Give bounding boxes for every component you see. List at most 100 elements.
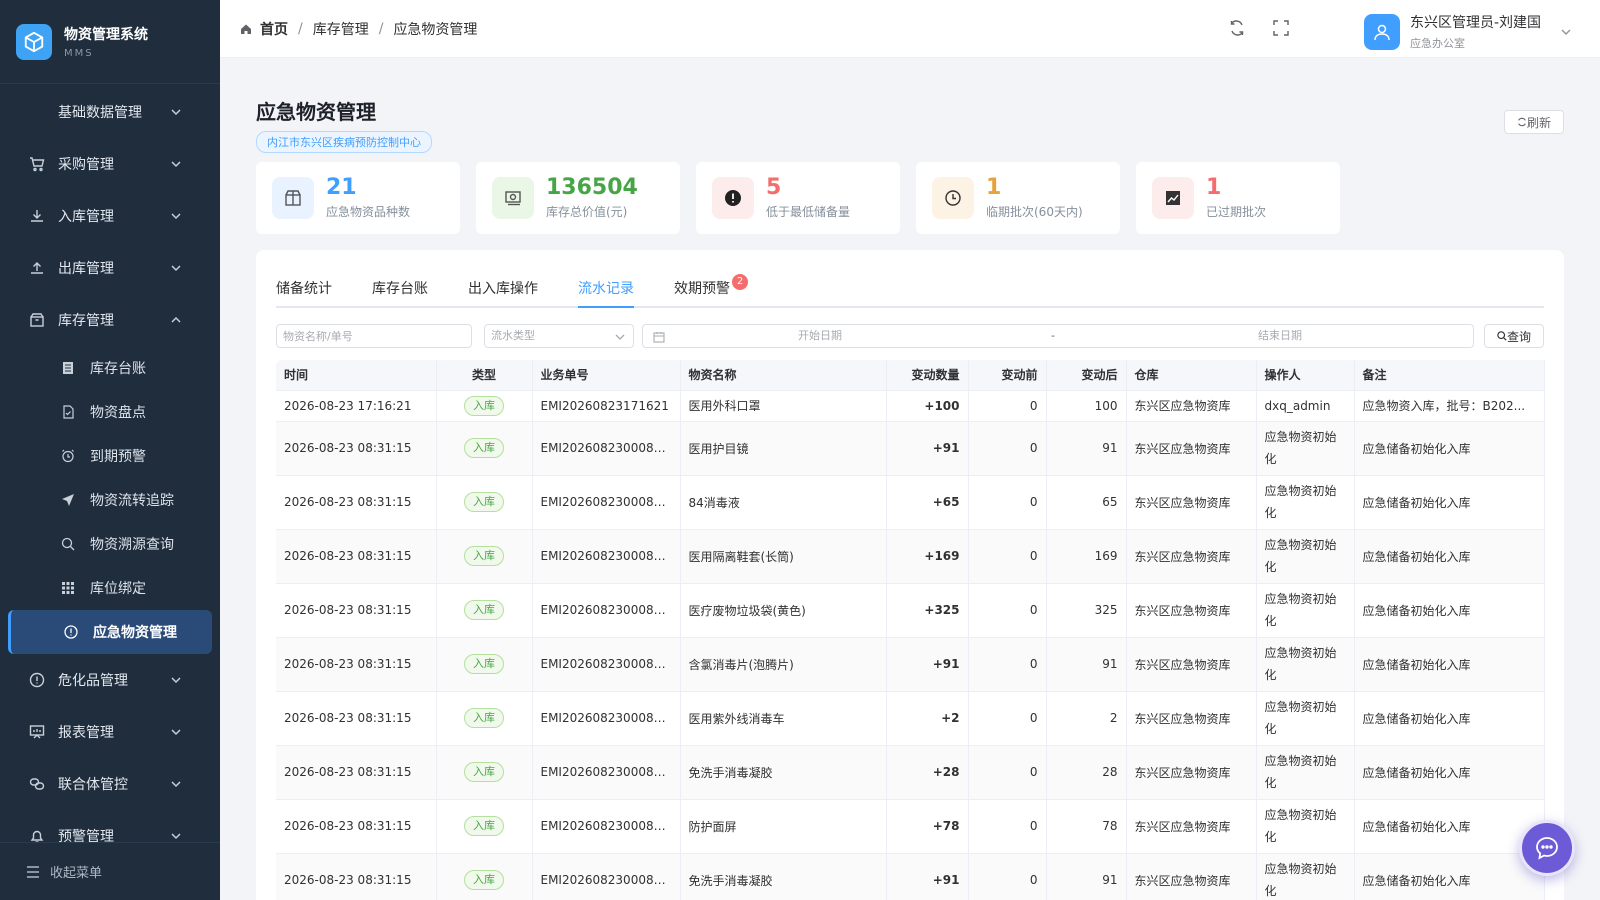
cell-material-name: 医疗废物垃圾袋(黄色)	[680, 583, 887, 638]
col-header-change-qty[interactable]: 变动数量	[886, 360, 969, 391]
start-date-placeholder[interactable]: 开始日期	[798, 325, 842, 347]
sidebar-subitem-stocktake[interactable]: 物资盘点	[0, 390, 220, 434]
sidebar-subitem-expiry-alert[interactable]: 到期预警	[0, 434, 220, 478]
home-icon	[241, 24, 251, 34]
sidebar-item-outbound[interactable]: 出库管理	[0, 242, 220, 294]
col-header-after[interactable]: 变动后	[1046, 360, 1127, 391]
sidebar-item-label: 危化品管理	[58, 673, 128, 689]
cell-type: 入库	[436, 390, 533, 422]
sidebar-subitem-trace-query[interactable]: 物资溯源查询	[0, 522, 220, 566]
col-header-time[interactable]: 时间	[276, 360, 437, 391]
cell-change-qty: +2	[886, 691, 969, 746]
cell-material-name: 医用紫外线消毒车	[680, 691, 887, 746]
breadcrumb-home[interactable]: 首页	[260, 19, 288, 39]
table-row[interactable]: 2026-08-23 08:31:15 入库 EMI20260823000810..…	[276, 799, 1545, 854]
cell-time: 2026-08-23 17:16:21	[276, 390, 437, 422]
alarm-icon	[60, 448, 76, 464]
col-header-material-name[interactable]: 物资名称	[680, 360, 887, 391]
stat-value: 1	[1206, 175, 1222, 200]
cell-change-qty: +91	[886, 853, 969, 900]
col-header-remark[interactable]: 备注	[1354, 360, 1545, 391]
flow-type-select[interactable]: 流水类型	[484, 324, 634, 348]
sidebar-item-label: 物资盘点	[90, 405, 146, 421]
end-date-placeholder[interactable]: 结束日期	[1258, 325, 1302, 347]
user-menu[interactable]: 东兴区管理员-刘建国 应急办公室	[1364, 12, 1572, 51]
col-header-warehouse[interactable]: 仓库	[1126, 360, 1257, 391]
col-header-order-no[interactable]: 业务单号	[532, 360, 681, 391]
sidebar-subitem-ledger[interactable]: 库存台账	[0, 346, 220, 390]
sidebar-item-hazardous[interactable]: 危化品管理	[0, 654, 220, 706]
sidebar-item-inbound[interactable]: 入库管理	[0, 190, 220, 242]
refresh-icon[interactable]	[1228, 19, 1246, 37]
chevron-down-icon	[171, 265, 181, 272]
type-tag: 入库	[464, 438, 504, 458]
chevron-down-icon	[171, 781, 181, 788]
refresh-button[interactable]: 刷新	[1504, 110, 1564, 134]
table-row[interactable]: 2026-08-23 17:16:21 入库 EMI20260823171621 医用…	[276, 390, 1545, 422]
breadcrumb-level1[interactable]: 库存管理	[313, 19, 369, 39]
cell-change-qty: +28	[886, 745, 969, 800]
name-search-input[interactable]	[276, 324, 472, 348]
col-header-before[interactable]: 变动前	[968, 360, 1047, 391]
stat-value: 136504	[546, 175, 638, 200]
sidebar-item-label: 到期预警	[90, 449, 146, 465]
report-icon	[28, 723, 46, 741]
table-row[interactable]: 2026-08-23 08:31:15 入库 EMI20260823000810..…	[276, 691, 1545, 746]
type-tag: 入库	[464, 395, 504, 416]
chevron-down-icon	[171, 833, 181, 840]
tab-inventory-ledger[interactable]: 库存台账	[372, 272, 428, 308]
type-tag: 入库	[464, 708, 504, 728]
sidebar-item-purchase[interactable]: 采购管理	[0, 138, 220, 190]
check-doc-icon	[60, 404, 76, 420]
tab-expiry-warning[interactable]: 效期预警 2	[674, 272, 748, 308]
box-icon	[28, 311, 46, 329]
col-header-type[interactable]: 类型	[436, 360, 533, 391]
table-row[interactable]: 2026-08-23 08:31:15 入库 EMI20260823000810..…	[276, 637, 1545, 692]
sidebar-item-label: 物资流转追踪	[90, 493, 174, 509]
table-row[interactable]: 2026-08-23 08:31:15 入库 EMI20260823000810..…	[276, 475, 1545, 530]
table-row[interactable]: 2026-08-23 08:31:15 入库 EMI20260823000810..…	[276, 421, 1545, 476]
sidebar-item-reports[interactable]: 报表管理	[0, 706, 220, 758]
cell-material-name: 84消毒液	[680, 475, 887, 530]
table-row[interactable]: 2026-08-23 08:31:15 入库 EMI20260823000810..…	[276, 745, 1545, 800]
date-range-picker[interactable]: 开始日期 - 结束日期	[642, 324, 1474, 348]
tab-reserve-stats[interactable]: 储备统计	[276, 272, 332, 308]
sidebar-item-label: 库位绑定	[90, 581, 146, 597]
upload-icon	[28, 259, 46, 277]
cell-time: 2026-08-23 08:31:15	[276, 853, 437, 900]
cell-remark: 应急储备初始化入库	[1354, 475, 1545, 530]
sidebar-subitem-location-binding[interactable]: 库位绑定	[0, 566, 220, 610]
fullscreen-icon[interactable]	[1272, 19, 1290, 37]
grid-icon	[60, 580, 76, 596]
cell-operator: dxq_admin	[1256, 390, 1355, 422]
cell-warehouse: 东兴区应急物资库	[1126, 637, 1257, 692]
tab-label: 效期预警	[674, 281, 730, 297]
chat-assistant-button[interactable]	[1519, 820, 1575, 876]
sidebar-subitem-emergency-supplies[interactable]: 应急物资管理	[8, 610, 212, 654]
clock-icon	[932, 177, 974, 219]
cell-operator: 应急物资初始化	[1256, 475, 1355, 530]
cell-warehouse: 东兴区应急物资库	[1126, 583, 1257, 638]
table-row[interactable]: 2026-08-23 08:31:15 入库 EMI20260823000810..…	[276, 529, 1545, 584]
tab-in-out-operations[interactable]: 出入库操作	[468, 272, 538, 308]
warning-icon	[28, 671, 46, 689]
query-button[interactable]: 查询	[1484, 324, 1544, 348]
sidebar-item-alert-mgmt[interactable]: 预警管理	[0, 810, 220, 842]
cell-after: 28	[1046, 745, 1127, 800]
user-dept: 应急办公室	[1410, 37, 1465, 50]
alert-circle-icon	[63, 624, 79, 640]
tab-flow-records[interactable]: 流水记录	[578, 272, 634, 308]
col-header-operator[interactable]: 操作人	[1256, 360, 1355, 391]
sidebar-subitem-flow-tracking[interactable]: 物资流转追踪	[0, 478, 220, 522]
tabs: 储备统计 库存台账 出入库操作 流水记录 效期预警 2	[276, 272, 1544, 308]
sidebar-item-inventory[interactable]: 库存管理	[0, 294, 220, 346]
bell-icon	[28, 827, 46, 842]
sidebar-item-basic-data[interactable]: 基础数据管理	[0, 86, 220, 138]
table-row[interactable]: 2026-08-23 08:31:15 入库 EMI20260823000810..…	[276, 853, 1545, 900]
query-label: 查询	[1506, 329, 1531, 344]
sidebar-item-consortium[interactable]: 联合体管控	[0, 758, 220, 810]
collapse-menu-button[interactable]: 收起菜单	[0, 842, 220, 900]
table-row[interactable]: 2026-08-23 08:31:15 入库 EMI20260823000810..…	[276, 583, 1545, 638]
type-tag: 入库	[464, 816, 504, 836]
cell-order-no: EMI20260823000810...	[532, 475, 681, 530]
